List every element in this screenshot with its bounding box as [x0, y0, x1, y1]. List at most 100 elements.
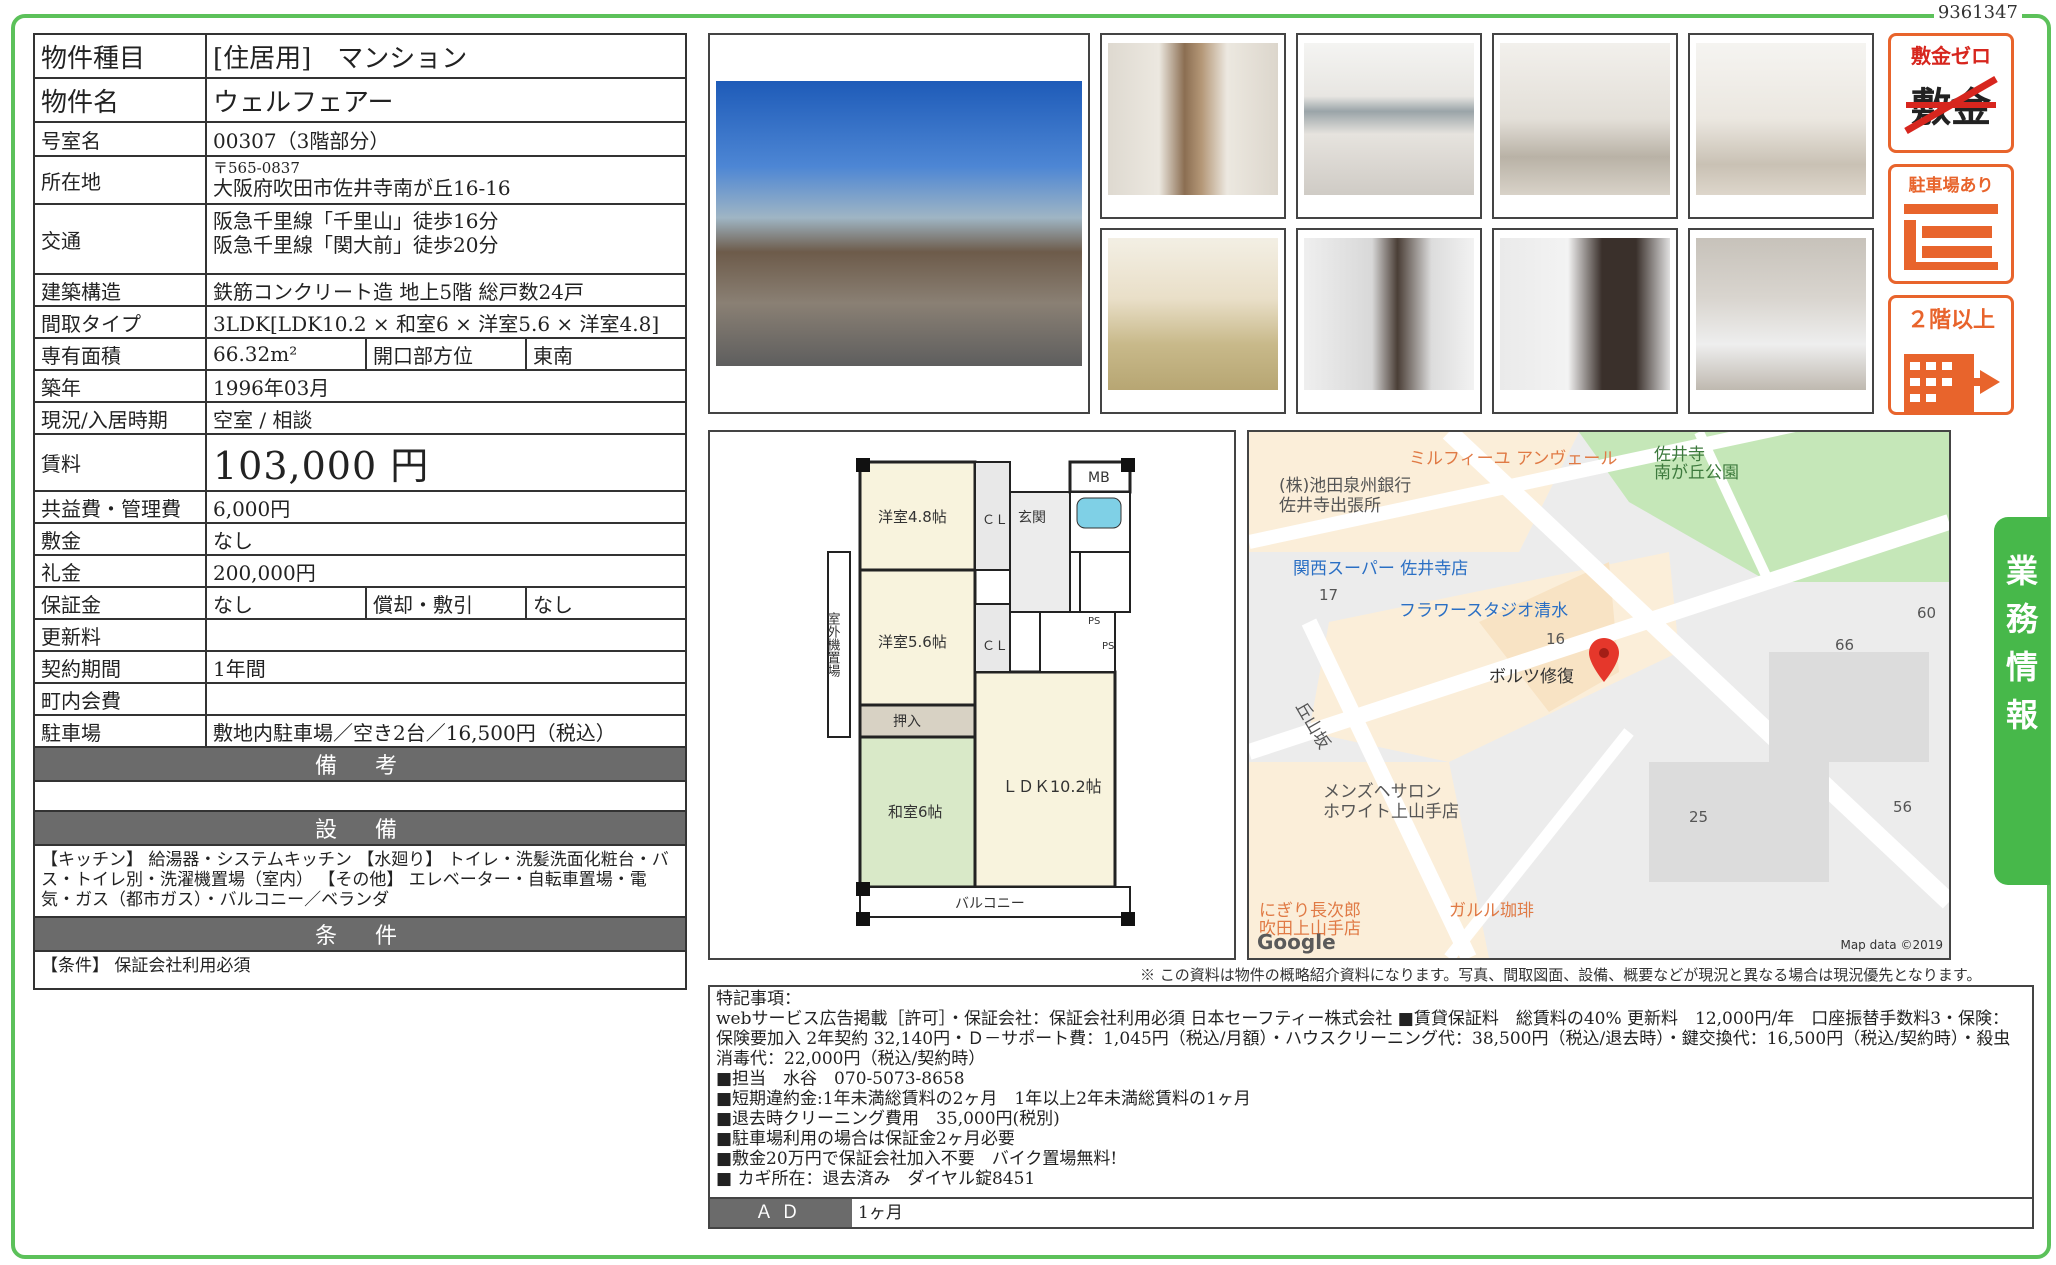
special-notes: 特記事項： webサービス広告掲載［許可］・保証会社：保証会社利用必須 日本セー… — [708, 985, 2034, 1229]
parking-icon — [1904, 204, 1998, 270]
key-money-label: 礼金 — [33, 554, 207, 588]
toilet-image — [1696, 238, 1866, 390]
map-label-salon: メンズヘサロン ホワイト上山手店 — [1323, 782, 1459, 822]
direction-label: 開口部方位 — [365, 337, 527, 371]
amortization-label: 償却・敷引 — [365, 586, 527, 620]
living-room-image — [1696, 43, 1866, 195]
layout-label: 間取タイプ — [33, 305, 207, 339]
entrance-label: 玄関 — [1018, 509, 1046, 526]
equipment-header: 設 備 — [33, 810, 687, 846]
notes-line-5: ■駐車場利用の場合は保証金2ヶ月必要 — [716, 1129, 1015, 1149]
side-tab-text: 業 務 情 報 — [2005, 552, 2038, 734]
contract-label: 契約期間 — [33, 650, 207, 684]
kitchen-room-image — [1500, 43, 1670, 195]
room-window-image — [1304, 43, 1474, 195]
deposit-zero-label: 敷金ゼロ — [1911, 44, 1991, 68]
parking-available-label: 駐車場あり — [1908, 176, 1994, 196]
map-label-16: 16 — [1546, 630, 1566, 648]
map-label-supermarket: 関西スーパー 佐井寺店 — [1293, 559, 1469, 579]
equipment-value: 【キッチン】 給湯器・システムキッチン 【水廻り】 トイレ・洗髪洗面化粧台・バス… — [33, 844, 687, 918]
notes-line-2: ■担当 水谷 070-5073-8658 — [716, 1069, 965, 1089]
room-label-western-48: 洋室4.8帖 — [878, 508, 947, 526]
name-label: 物件名 — [33, 77, 207, 123]
postal-code: 〒565-0837 — [213, 159, 300, 177]
conditions-header: 条 件 — [33, 916, 687, 952]
contract-value: 1年間 — [205, 650, 687, 684]
ps-label-2: PS — [1102, 641, 1114, 652]
remarks-value — [33, 780, 687, 812]
fee-label: 共益費・管理費 — [33, 490, 207, 524]
map-label-millefeuille: ミルフィーユ アンヴェール — [1409, 449, 1618, 469]
status-label: 現況/入居時期 — [33, 401, 207, 435]
interior-photo-7 — [1492, 228, 1678, 414]
parking-available-badge: 駐車場あり — [1888, 164, 2014, 284]
notes-line-4: ■退去時クリーニング費用 35,000円(税別) — [716, 1109, 1060, 1129]
built-value: 1996年03月 — [205, 369, 687, 403]
interior-photo-1 — [1100, 33, 1286, 219]
floor-plan-drawing: 洋室4.8帖 洋室5.6帖 ＣＬ ＣＬ 玄関 MB PS PS 押入 和室6帖 … — [710, 432, 1234, 958]
structure-value: 鉄筋コンクリート造 地上5階 総戸数24戸 — [205, 273, 687, 307]
disclaimer: ※ この資料は物件の概略紹介資料になります。写真、間取図面、設備、概要などが現況… — [1140, 966, 1982, 984]
parking-label: 駐車場 — [33, 714, 207, 748]
type-value: [住居用] マンション — [205, 33, 687, 79]
interior-photo-8 — [1688, 228, 1874, 414]
deposit-zero-badge: 敷金ゼロ 敷金 — [1888, 33, 2014, 153]
status-value: 空室 / 相談 — [205, 401, 687, 435]
map-pin-icon[interactable] — [1589, 638, 1619, 682]
type-label: 物件種目 — [33, 33, 207, 79]
traffic-cell: 阪急千里線「千里山」徒歩16分 阪急千里線「関大前」徒歩20分 — [205, 203, 687, 275]
address-cell: 〒565-0837 大阪府吹田市佐井寺南が丘16-16 — [205, 155, 687, 205]
guarantee-value: なし — [205, 586, 367, 620]
fee-value: 6,000円 — [205, 490, 687, 524]
parking-value: 敷地内駐車場／空き2台／16,500円（税込） — [205, 714, 687, 748]
map-label-flower-studio: フラワースタジオ清水 — [1399, 601, 1569, 621]
mb-label: MB — [1088, 470, 1110, 486]
floor-plan: 洋室4.8帖 洋室5.6帖 ＣＬ ＣＬ 玄関 MB PS PS 押入 和室6帖 … — [708, 430, 1236, 960]
ps-label-1: PS — [1088, 616, 1100, 627]
second-floor-label: ２階以上 — [1906, 308, 1995, 333]
second-floor-badge: ２階以上 — [1888, 295, 2014, 415]
map-attribution: Map data ©2019 — [1840, 938, 1943, 952]
document-id: 9361347 — [1933, 2, 2022, 23]
oshiire-label: 押入 — [893, 714, 921, 730]
notes-line-1: webサービス広告掲載［許可］・保証会社：保証会社利用必須 日本セーフティー株式… — [716, 1009, 2011, 1069]
notes-line-7: ■ カギ所在：退去済み ダイヤル錠8451 — [716, 1169, 1036, 1189]
traffic-line-1: 阪急千里線「千里山」徒歩16分 — [213, 209, 499, 233]
notes-line-3: ■短期違約金:1年未満総賃料の2ヶ月 1年以上2年未満総賃料の1ヶ月 — [716, 1089, 1251, 1109]
interior-photo-3 — [1492, 33, 1678, 219]
traffic-line-2: 阪急千里線「関大前」徒歩20分 — [213, 233, 499, 257]
map-label-56: 56 — [1893, 798, 1913, 816]
rent-value: 103,000 円 — [205, 433, 687, 492]
notes-line-6: ■敷金20万円で保証会社加入不要 バイク置場無料! — [716, 1149, 1118, 1169]
key-money-value: 200,000円 — [205, 554, 687, 588]
location-map[interactable]: ミルフィーユ アンヴェール 佐井寺 南が丘公園 (株)池田泉州銀行 佐井寺出張所… — [1247, 430, 1951, 960]
map-label-repair: ボルツ修復 — [1489, 667, 1574, 687]
property-spec-table: 物件種目 [住居用] マンション 物件名 ウェルフェアー 号室名 00307（3階部分… — [33, 33, 687, 990]
closet-label-1: ＣＬ — [982, 513, 1008, 528]
built-label: 築年 — [33, 369, 207, 403]
bathroom-image — [1500, 238, 1670, 390]
map-label-60: 60 — [1917, 604, 1937, 622]
amortization-value: なし — [525, 586, 687, 620]
address-value: 大阪府吹田市佐井寺南が丘16-16 — [213, 176, 511, 200]
ad-value: 1ヶ月 — [858, 1203, 903, 1223]
washroom-image — [1304, 238, 1474, 390]
deposit-label: 敷金 — [33, 522, 207, 556]
map-label-park: 佐井寺 南が丘公園 — [1654, 445, 1739, 483]
map-label-cafe: ガルル珈琲 — [1449, 901, 1534, 921]
map-label-bank: (株)池田泉州銀行 佐井寺出張所 — [1279, 476, 1412, 516]
building-floor-icon — [1904, 354, 2000, 412]
exterior-photo — [708, 33, 1090, 414]
traffic-label: 交通 — [33, 203, 207, 275]
room-label: 号室名 — [33, 121, 207, 157]
deposit-value: なし — [205, 522, 687, 556]
room-label-western-56: 洋室5.6帖 — [878, 633, 947, 651]
no-deposit-icon: 敷金 — [1904, 75, 1998, 135]
interior-photo-6 — [1296, 228, 1482, 414]
google-logo: Google — [1257, 930, 1336, 954]
direction-value: 東南 — [525, 337, 687, 371]
business-info-tab[interactable]: 業 務 情 報 — [1994, 517, 2050, 885]
area-value: 66.32m² — [205, 337, 367, 371]
room-value: 00307（3階部分） — [205, 121, 687, 157]
conditions-value: 【条件】 保証会社利用必須 — [33, 950, 687, 990]
